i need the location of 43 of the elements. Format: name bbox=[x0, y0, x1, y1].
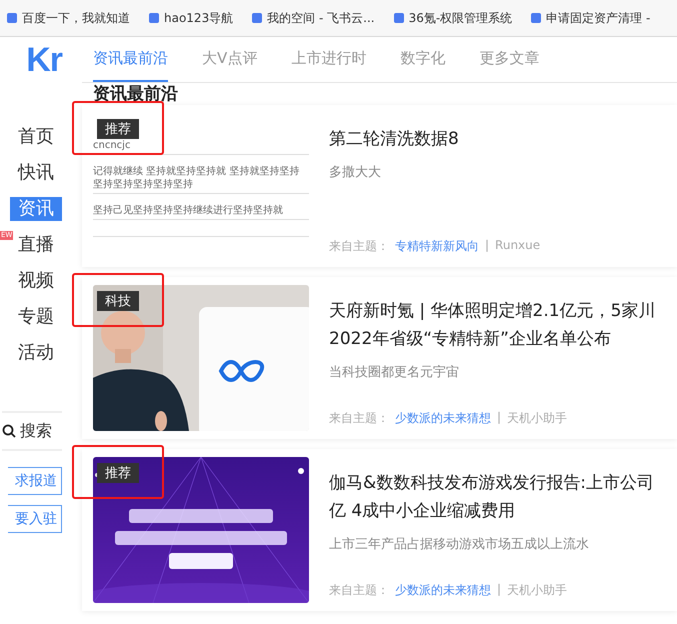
bookmark-icon bbox=[148, 12, 160, 24]
search-icon[interactable] bbox=[2, 424, 16, 438]
article-summary: 上市三年产品占据移动游戏市场五成以上流水 bbox=[329, 536, 590, 553]
bookmark-icon bbox=[392, 12, 405, 24]
document-text: 坚持己见坚持坚持坚持继续进行坚持坚持就 bbox=[93, 194, 309, 220]
sidebar-item[interactable]: 快讯 bbox=[10, 161, 62, 185]
bookmark[interactable]: 36氪-权限管理系统 bbox=[392, 10, 512, 26]
meta-label: 来自主题： bbox=[329, 238, 389, 255]
article-summary: 多撒大大 bbox=[329, 164, 382, 181]
article-title[interactable]: 第二轮清洗数据8 bbox=[329, 125, 666, 153]
bookmark[interactable]: 我的空间 - 飞书云... bbox=[251, 10, 375, 26]
sidebar-item[interactable]: 活动 bbox=[10, 341, 62, 365]
bookmark-icon bbox=[251, 12, 264, 24]
article-summary: 当科技圈都更名元宇宙 bbox=[329, 364, 460, 381]
category-tag: 科技 bbox=[97, 291, 139, 311]
bookmark-icon bbox=[530, 12, 542, 24]
bookmark[interactable]: 百度一下，我就知道 bbox=[6, 10, 130, 26]
sidebar-item[interactable]: 视频 bbox=[10, 269, 62, 293]
nav-tab[interactable]: 资讯最前沿 bbox=[93, 37, 168, 82]
sidebar-item[interactable]: 首页 bbox=[10, 125, 62, 149]
author-name: 天机小助手 bbox=[507, 410, 568, 427]
bookmark[interactable]: hao123导航 bbox=[148, 10, 234, 26]
sidebar-button[interactable]: 求报道 bbox=[8, 467, 62, 495]
separator: | bbox=[497, 582, 502, 598]
separator: | bbox=[485, 238, 490, 254]
bookmark-icon bbox=[6, 12, 18, 24]
search-link[interactable]: 搜索 bbox=[20, 420, 52, 442]
sidebar-item[interactable]: 资讯 bbox=[10, 197, 62, 221]
separator: | bbox=[497, 410, 502, 426]
document-text: 记得就继续 坚持就坚持坚持就 坚持就坚持坚持坚持坚持坚持坚持坚持 bbox=[93, 155, 309, 194]
meta-label: 来自主题： bbox=[329, 582, 389, 599]
article-title[interactable]: 天府新时氪 | 华体照明定增2.1亿元，5家川 2022年省级“专精特新”企业名单公布 bbox=[329, 297, 666, 353]
sidebar-button[interactable]: 要入驻 bbox=[8, 505, 62, 533]
section-heading: 资讯最前沿 bbox=[92, 83, 179, 105]
bookmark[interactable]: 申请固定资产清理 - bbox=[530, 10, 650, 26]
article-title[interactable]: 伽马&数数科技发布游戏发行报告:上市公司 亿 4成中小企业缩减费用 bbox=[329, 469, 666, 525]
author-name: 天机小助手 bbox=[507, 582, 568, 599]
author-name: Runxue bbox=[495, 238, 540, 254]
category-tag: 推荐 bbox=[97, 463, 139, 483]
category-tag: 推荐 bbox=[97, 119, 139, 139]
logo[interactable]: Kr bbox=[0, 37, 62, 83]
meta-label: 来自主题： bbox=[329, 410, 389, 427]
sidebar-item[interactable]: 专题 bbox=[10, 305, 62, 329]
